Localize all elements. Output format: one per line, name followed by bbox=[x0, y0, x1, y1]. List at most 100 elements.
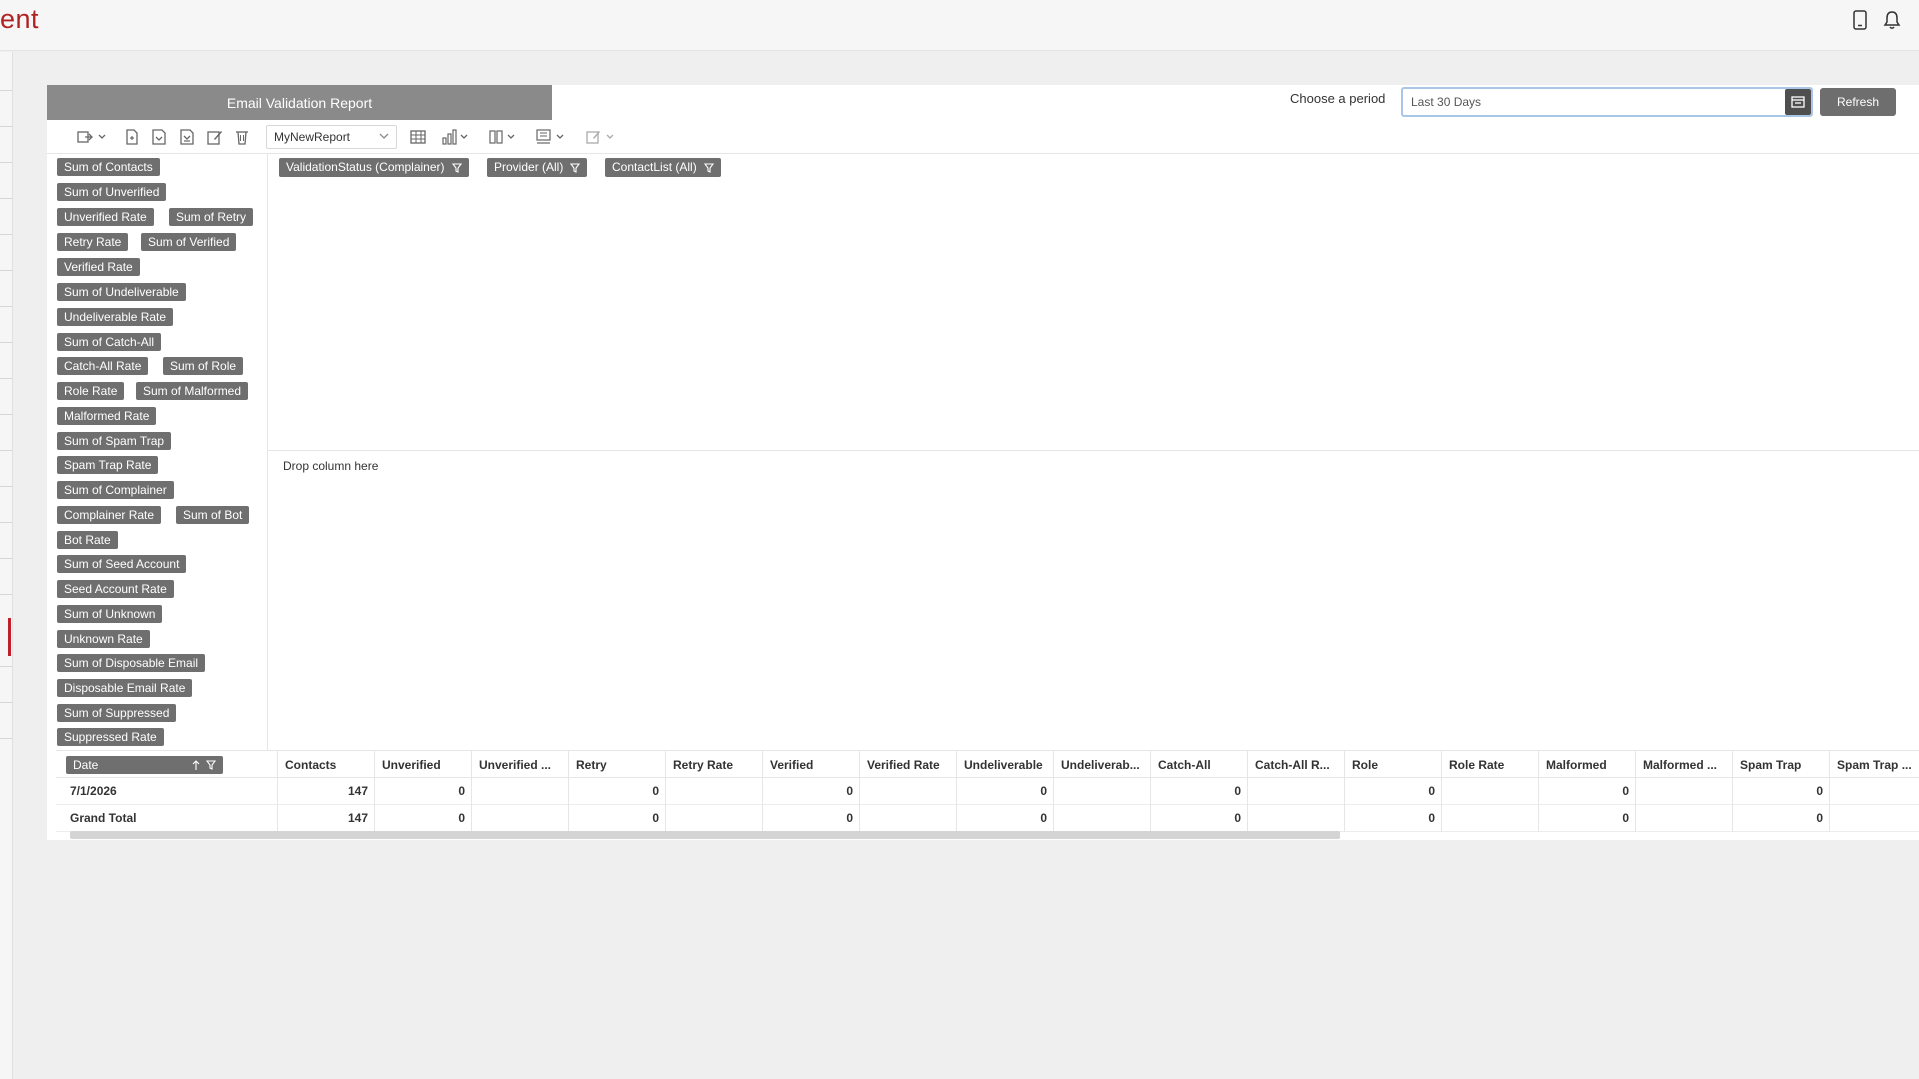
field-chip[interactable]: Seed Account Rate bbox=[57, 580, 174, 598]
field-chip[interactable]: Catch-All Rate bbox=[57, 357, 149, 375]
row-field-label: Date bbox=[73, 758, 99, 772]
table-cell bbox=[859, 778, 957, 805]
column-header[interactable]: Verified Rate bbox=[859, 751, 957, 779]
column-header[interactable]: Role Rate bbox=[1441, 751, 1539, 779]
table-cell: 0 bbox=[762, 778, 860, 805]
new-report-icon[interactable] bbox=[125, 127, 139, 147]
export-icon[interactable] bbox=[77, 127, 107, 147]
column-header[interactable]: Malformed ... bbox=[1635, 751, 1733, 779]
field-chip[interactable]: Sum of Disposable Email bbox=[57, 654, 206, 672]
field-chip[interactable]: Sum of Bot bbox=[176, 506, 250, 524]
sort-ascending-icon[interactable] bbox=[192, 759, 200, 771]
field-chip[interactable]: Sum of Unverified bbox=[57, 183, 167, 201]
grid-view-icon[interactable] bbox=[410, 127, 426, 147]
mobile-icon[interactable] bbox=[1849, 8, 1871, 32]
table-cell bbox=[1635, 778, 1733, 805]
filter-chip-validation-status[interactable]: ValidationStatus (Complainer) bbox=[279, 158, 469, 177]
column-header[interactable]: Retry bbox=[568, 751, 666, 779]
filter-chip-label: Provider (All) bbox=[494, 160, 564, 174]
field-chip[interactable]: Sum of Undeliverable bbox=[57, 283, 186, 301]
field-chip[interactable]: Sum of Catch-All bbox=[57, 333, 162, 351]
save-icon[interactable] bbox=[151, 127, 167, 147]
column-drop-zone[interactable]: Drop column here bbox=[283, 459, 378, 473]
column-header[interactable]: Spam Trap bbox=[1732, 751, 1830, 779]
table-cell bbox=[1441, 778, 1539, 805]
field-chip[interactable]: Suppressed Rate bbox=[57, 728, 164, 746]
field-chip[interactable]: Spam Trap Rate bbox=[57, 456, 159, 474]
active-nav-indicator[interactable] bbox=[8, 618, 11, 656]
filter-icon[interactable] bbox=[451, 162, 462, 173]
column-header[interactable]: Verified bbox=[762, 751, 860, 779]
table-cell: 0 bbox=[956, 778, 1054, 805]
report-selector[interactable]: MyNewReport bbox=[266, 125, 397, 149]
chart-view-icon[interactable] bbox=[441, 127, 471, 147]
column-header[interactable]: Malformed bbox=[1538, 751, 1636, 779]
table-cell: 0 bbox=[1344, 805, 1442, 832]
table-cell bbox=[859, 805, 957, 832]
field-chip[interactable]: Sum of Unknown bbox=[57, 605, 163, 623]
table-cell bbox=[1053, 805, 1151, 832]
app-brand: ent bbox=[0, 4, 40, 34]
table-cell bbox=[471, 805, 569, 832]
column-header[interactable]: Catch-All bbox=[1150, 751, 1248, 779]
filter-chip-contact-list[interactable]: ContactList (All) bbox=[605, 158, 721, 177]
field-chip[interactable]: Verified Rate bbox=[57, 258, 140, 276]
field-chip[interactable]: Sum of Seed Account bbox=[57, 555, 187, 573]
calendar-icon[interactable] bbox=[1785, 89, 1811, 115]
horizontal-scrollbar[interactable] bbox=[70, 831, 1340, 839]
refresh-button[interactable]: Refresh bbox=[1820, 88, 1896, 116]
field-chip[interactable]: Bot Rate bbox=[57, 531, 118, 549]
table-cell: 0 bbox=[568, 778, 666, 805]
edit-icon[interactable] bbox=[207, 127, 223, 147]
field-chip[interactable]: Disposable Email Rate bbox=[57, 679, 193, 697]
table-cell: 0 bbox=[1150, 805, 1248, 832]
filter-chip-label: ValidationStatus (Complainer) bbox=[286, 160, 445, 174]
field-chip[interactable]: Sum of Malformed bbox=[136, 382, 249, 400]
field-chip[interactable]: Sum of Retry bbox=[169, 208, 254, 226]
field-chip[interactable]: Sum of Complainer bbox=[57, 481, 174, 499]
table-cell bbox=[1441, 805, 1539, 832]
field-chip[interactable]: Sum of Role bbox=[163, 357, 244, 375]
filter-icon[interactable] bbox=[206, 760, 216, 770]
report-title: Email Validation Report bbox=[47, 85, 552, 120]
row-field-chip[interactable]: Date bbox=[66, 756, 223, 774]
filter-chip-provider[interactable]: Provider (All) bbox=[487, 158, 588, 177]
pivot-toolbar: MyNewReport bbox=[47, 120, 1919, 154]
field-chip[interactable]: Sum of Spam Trap bbox=[57, 432, 172, 450]
field-list-icon[interactable] bbox=[535, 127, 567, 147]
field-chip[interactable]: Undeliverable Rate bbox=[57, 308, 174, 326]
save-as-icon[interactable] bbox=[179, 127, 195, 147]
column-header[interactable]: Unverified bbox=[374, 751, 472, 779]
column-header[interactable]: Unverified ... bbox=[471, 751, 569, 779]
table-cell: 0 bbox=[374, 805, 472, 832]
field-chip[interactable]: Complainer Rate bbox=[57, 506, 162, 524]
row-label: Grand Total bbox=[70, 811, 137, 825]
format-icon[interactable] bbox=[585, 127, 617, 147]
table-cell: 0 bbox=[568, 805, 666, 832]
field-chip[interactable]: Sum of Suppressed bbox=[57, 704, 177, 722]
field-chip[interactable]: Unknown Rate bbox=[57, 630, 150, 648]
column-header[interactable]: Spam Trap ... bbox=[1829, 751, 1919, 779]
field-chip[interactable]: Retry Rate bbox=[57, 233, 129, 251]
column-header[interactable]: Undeliverable bbox=[956, 751, 1054, 779]
column-header[interactable]: Role bbox=[1344, 751, 1442, 779]
table-cell bbox=[1247, 778, 1345, 805]
field-chip[interactable]: Sum of Contacts bbox=[57, 158, 160, 176]
period-select[interactable]: Last 30 Days bbox=[1401, 87, 1813, 117]
column-header[interactable]: Retry Rate bbox=[665, 751, 763, 779]
table-cell bbox=[1053, 778, 1151, 805]
column-header[interactable]: Catch-All R... bbox=[1247, 751, 1345, 779]
filter-icon[interactable] bbox=[570, 162, 581, 173]
field-chip[interactable]: Unverified Rate bbox=[57, 208, 154, 226]
column-header[interactable]: Undeliverab... bbox=[1053, 751, 1151, 779]
layout-icon[interactable] bbox=[488, 127, 518, 147]
field-chip[interactable]: Sum of Verified bbox=[141, 233, 237, 251]
filter-icon[interactable] bbox=[703, 162, 714, 173]
delete-icon[interactable] bbox=[235, 127, 249, 147]
bell-icon[interactable] bbox=[1881, 8, 1903, 32]
column-header[interactable]: Contacts bbox=[277, 751, 375, 779]
row-label[interactable]: 7/1/2026 bbox=[70, 778, 117, 805]
field-chip[interactable]: Malformed Rate bbox=[57, 407, 157, 425]
top-bar: ent bbox=[0, 0, 1919, 51]
field-chip[interactable]: Role Rate bbox=[57, 382, 125, 400]
